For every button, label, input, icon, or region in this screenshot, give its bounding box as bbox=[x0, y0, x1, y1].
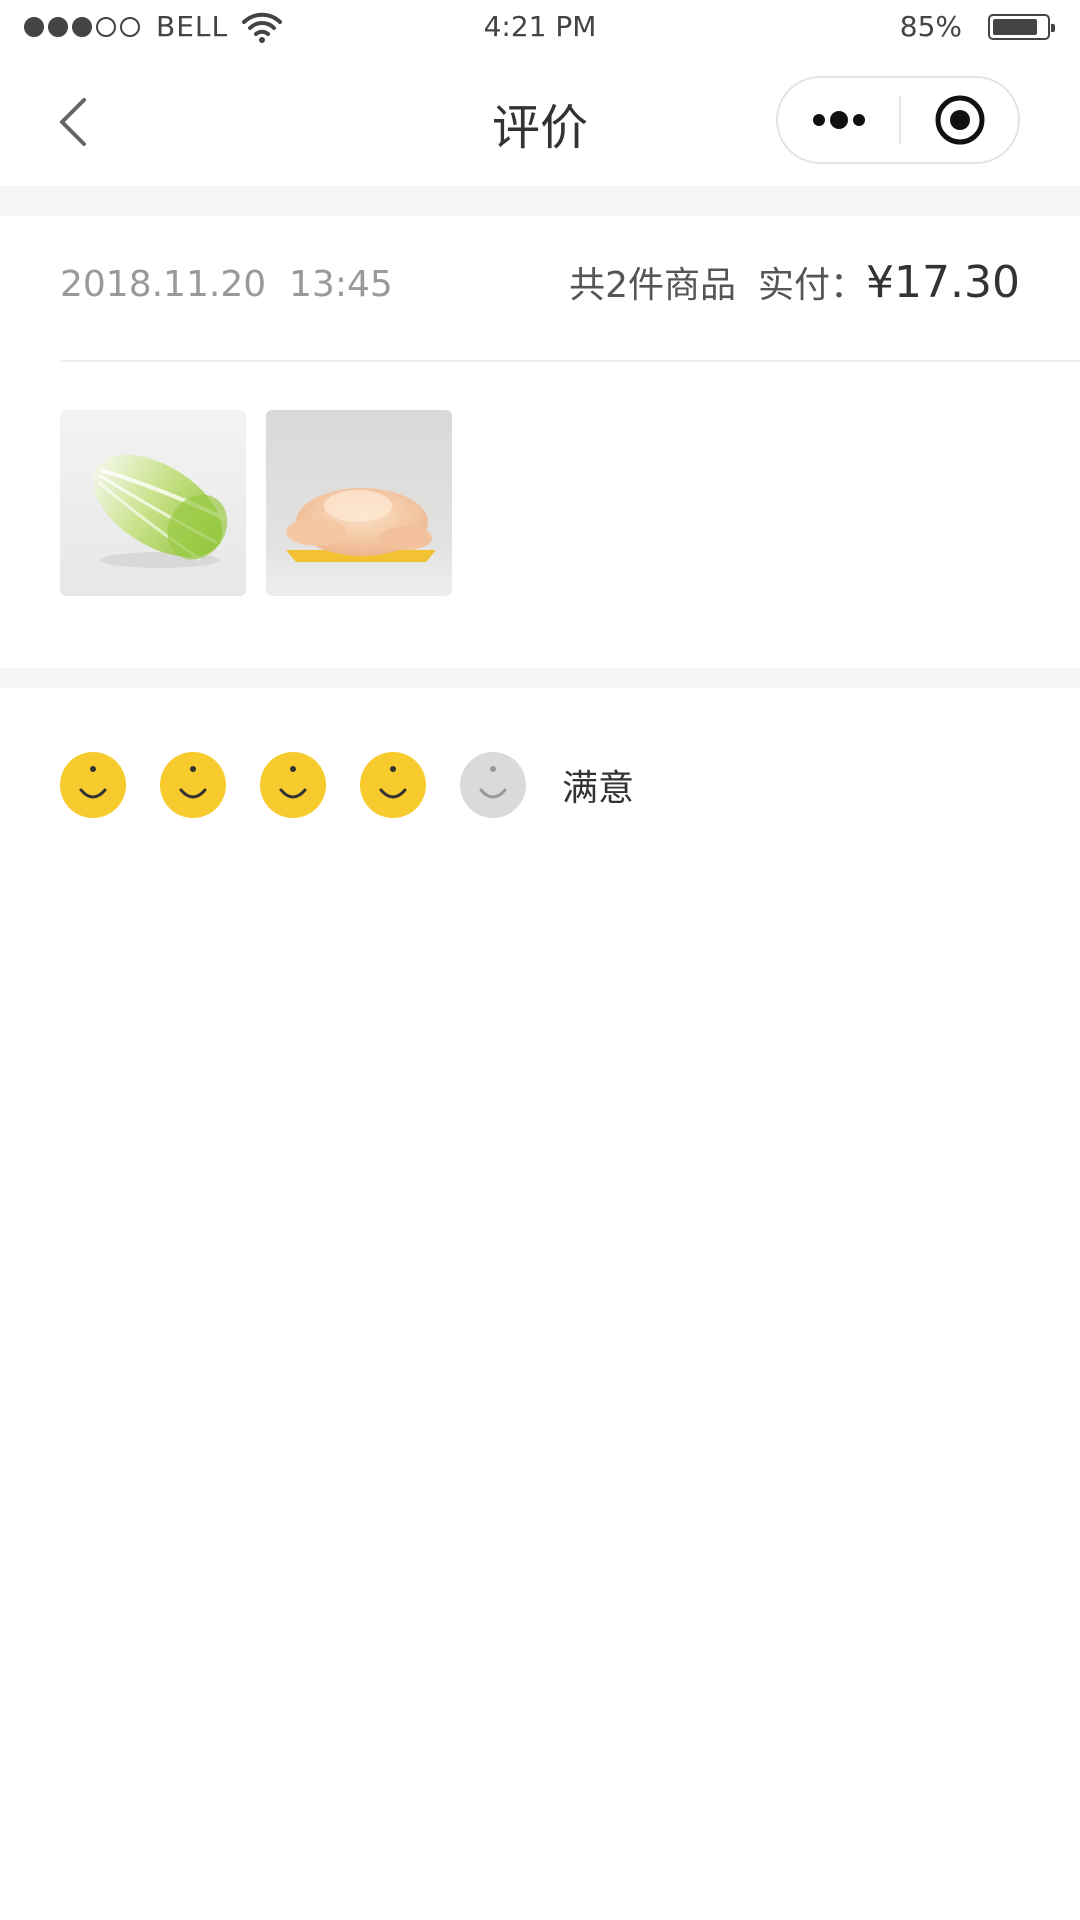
mini-program-capsule bbox=[776, 76, 1020, 164]
divider bbox=[60, 360, 1080, 362]
section-gap bbox=[0, 186, 1080, 216]
order-time: 13:45 bbox=[289, 264, 393, 305]
order-datetime: 2018.11.20 13:45 bbox=[60, 264, 393, 305]
more-dots-icon bbox=[813, 111, 865, 129]
smiley-rating-icon[interactable] bbox=[360, 752, 426, 818]
smiley-rating-icon-inactive[interactable] bbox=[460, 752, 526, 818]
smiley-rating-icon[interactable] bbox=[60, 752, 126, 818]
smiley-rating-icon[interactable] bbox=[260, 752, 326, 818]
rating-label: 满意 bbox=[562, 768, 635, 809]
item-count: 共2件商品 bbox=[569, 265, 737, 306]
product-thumbnail[interactable] bbox=[266, 410, 452, 596]
order-summary: 共2件商品 实付： ¥17.30 bbox=[569, 256, 1020, 308]
battery-icon bbox=[988, 14, 1055, 40]
navigation-bar: 评价 bbox=[0, 54, 1080, 186]
paid-amount: ¥17.30 bbox=[866, 257, 1020, 308]
chicken-image bbox=[266, 410, 452, 596]
product-thumbnails bbox=[60, 410, 452, 596]
order-date: 2018.11.20 bbox=[60, 264, 267, 305]
order-card: 2018.11.20 13:45 共2件商品 实付： ¥17.30 bbox=[0, 216, 1080, 668]
paid-label: 实付： bbox=[758, 265, 867, 306]
more-button[interactable] bbox=[778, 78, 900, 162]
cabbage-image bbox=[60, 410, 246, 596]
target-close-icon bbox=[935, 95, 985, 145]
status-bar: BELL 4:21 PM 85% bbox=[0, 0, 1080, 54]
close-button[interactable] bbox=[900, 78, 1020, 162]
section-gap bbox=[0, 668, 1080, 688]
satisfaction-rating: 满意 bbox=[60, 752, 634, 818]
battery-percent: 85% bbox=[899, 10, 962, 43]
smiley-rating-icon[interactable] bbox=[160, 752, 226, 818]
product-thumbnail[interactable] bbox=[60, 410, 246, 596]
